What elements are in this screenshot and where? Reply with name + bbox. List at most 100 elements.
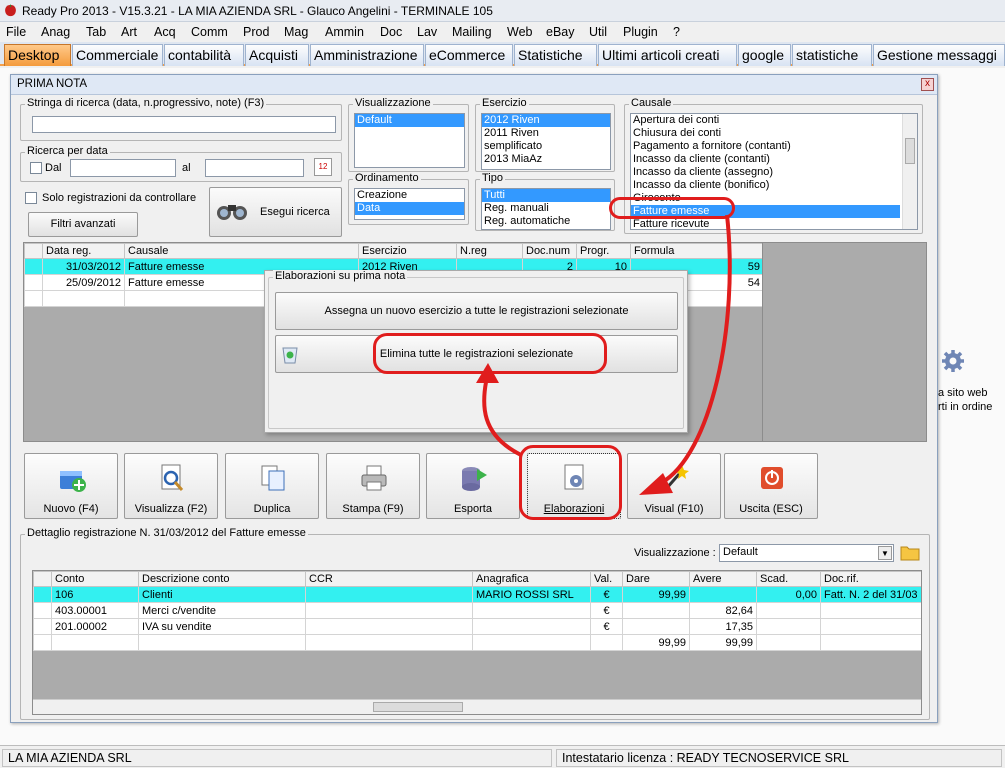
detail-view-select[interactable]: Default ▼: [719, 544, 894, 562]
col-formula[interactable]: Formula: [630, 243, 762, 259]
menu-mailing[interactable]: Mailing: [452, 25, 492, 39]
menu-comm[interactable]: Comm: [191, 25, 228, 39]
ordinamento-item[interactable]: Creazione: [355, 189, 464, 202]
tipo-item[interactable]: Reg. manuali: [482, 202, 610, 215]
visualizza-button[interactable]: Visualizza (F2): [124, 453, 218, 519]
menu-util[interactable]: Util: [589, 25, 607, 39]
col-progr[interactable]: Progr.: [576, 243, 631, 259]
horizontal-scrollbar[interactable]: [33, 699, 921, 714]
tipo-item[interactable]: Tutti: [482, 189, 610, 202]
menu-tab[interactable]: Tab: [86, 25, 106, 39]
table-row[interactable]: 201.00002 IVA su vendite € 17,35: [33, 618, 921, 635]
search-input[interactable]: [32, 116, 336, 133]
nuovo-button[interactable]: Nuovo (F4): [24, 453, 118, 519]
menu-acq[interactable]: Acq: [154, 25, 176, 39]
causale-item[interactable]: Incasso da cliente (contanti): [631, 153, 917, 166]
menu-lav[interactable]: Lav: [417, 25, 437, 39]
esegui-ricerca-button[interactable]: Esegui ricerca: [209, 187, 342, 237]
ordinamento-list[interactable]: Creazione Data: [354, 188, 465, 220]
solo-controllare-checkbox[interactable]: [25, 192, 37, 204]
esercizio-item[interactable]: semplificato: [482, 140, 610, 153]
duplica-button[interactable]: Duplica: [225, 453, 319, 519]
uscita-button[interactable]: Uscita (ESC): [724, 453, 818, 519]
tab-contabilita[interactable]: contabilità: [164, 44, 244, 66]
col-anagrafica[interactable]: Anagrafica: [472, 571, 591, 587]
scrollbar-thumb[interactable]: [373, 702, 463, 712]
tab-google[interactable]: google: [738, 44, 791, 66]
tab-statistiche[interactable]: Statistiche: [514, 44, 597, 66]
assegna-esercizio-button[interactable]: Assegna un nuovo esercizio a tutte le re…: [275, 292, 678, 330]
cell-dare: [622, 618, 690, 635]
grid-corner: [24, 243, 43, 259]
causale-scrollbar[interactable]: [902, 114, 917, 229]
table-row[interactable]: 403.00001 Merci c/vendite € 82,64: [33, 602, 921, 619]
menu-ebay[interactable]: eBay: [546, 25, 575, 39]
tab-statistiche-2[interactable]: statistiche: [792, 44, 872, 66]
col-esercizio[interactable]: Esercizio: [358, 243, 457, 259]
col-docrif[interactable]: Doc.rif.: [820, 571, 921, 587]
cell-avere: 17,35: [689, 618, 757, 635]
filtri-avanzati-button[interactable]: Filtri avanzati: [28, 212, 138, 237]
esercizio-item[interactable]: 2013 MiaAz: [482, 153, 610, 166]
menu-art[interactable]: Art: [121, 25, 137, 39]
status-license: Intestatario licenza : READY TECNOSERVIC…: [556, 749, 1002, 767]
col-avere[interactable]: Avere: [689, 571, 757, 587]
col-data-reg[interactable]: Data reg.: [42, 243, 125, 259]
menu-ammin[interactable]: Ammin: [325, 25, 364, 39]
tab-desktop[interactable]: Desktop: [4, 44, 71, 66]
menu-help[interactable]: ?: [673, 25, 680, 39]
col-causale[interactable]: Causale: [124, 243, 359, 259]
menu-plugin[interactable]: Plugin: [623, 25, 658, 39]
causale-item[interactable]: Incasso da cliente (bonifico): [631, 179, 917, 192]
visualizzazione-item[interactable]: Default: [355, 114, 464, 127]
causale-item[interactable]: Fatture ricevute: [631, 218, 917, 229]
close-icon[interactable]: x: [921, 78, 934, 91]
folder-icon[interactable]: [899, 542, 921, 562]
visualizzazione-list[interactable]: Default: [354, 113, 465, 168]
col-scad[interactable]: Scad.: [756, 571, 821, 587]
menu-prod[interactable]: Prod: [243, 25, 269, 39]
col-conto[interactable]: Conto: [51, 571, 139, 587]
tab-ultimi-articoli[interactable]: Ultimi articoli creati: [598, 44, 737, 66]
col-descrizione[interactable]: Descrizione conto: [138, 571, 306, 587]
causale-item[interactable]: Pagamento a fornitore (contanti): [631, 140, 917, 153]
col-docnum[interactable]: Doc.num: [522, 243, 577, 259]
esercizio-item[interactable]: 2012 Riven: [482, 114, 610, 127]
tab-acquisti[interactable]: Acquisti: [245, 44, 309, 66]
causale-item[interactable]: Apertura dei conti: [631, 114, 917, 127]
esercizio-item[interactable]: 2011 Riven: [482, 127, 610, 140]
table-row[interactable]: 99,99 99,99: [33, 634, 921, 651]
date-filter-checkbox[interactable]: [30, 162, 42, 174]
col-val[interactable]: Val.: [590, 571, 623, 587]
al-date-field[interactable]: [205, 159, 304, 177]
menu-anag[interactable]: Anag: [41, 25, 70, 39]
gear-icon[interactable]: [940, 348, 966, 374]
causale-item[interactable]: Incasso da cliente (assegno): [631, 166, 917, 179]
desktop-shortcut-label[interactable]: a sito web rti in ordine: [938, 386, 992, 414]
visual-button[interactable]: Visual (F10): [627, 453, 721, 519]
menu-doc[interactable]: Doc: [380, 25, 402, 39]
tab-ecommerce[interactable]: eCommerce: [425, 44, 513, 66]
tab-gestione-messaggi[interactable]: Gestione messaggi: [873, 44, 1005, 66]
stampa-button[interactable]: Stampa (F9): [326, 453, 420, 519]
col-nreg[interactable]: N.reg: [456, 243, 523, 259]
col-ccr[interactable]: CCR: [305, 571, 473, 587]
chevron-down-icon[interactable]: ▼: [878, 546, 892, 560]
tipo-item[interactable]: Reg. automatiche: [482, 215, 610, 228]
esercizio-list[interactable]: 2012 Riven 2011 Riven semplificato 2013 …: [481, 113, 611, 170]
calendar-icon[interactable]: 12: [314, 158, 332, 176]
menu-web[interactable]: Web: [507, 25, 532, 39]
menu-file[interactable]: File: [6, 25, 26, 39]
ordinamento-item[interactable]: Data: [355, 202, 464, 215]
scrollbar-thumb[interactable]: [905, 138, 915, 164]
tab-amministrazione[interactable]: Amministrazione: [310, 44, 424, 66]
col-dare[interactable]: Dare: [622, 571, 690, 587]
esporta-button[interactable]: Esporta: [426, 453, 520, 519]
prima-nota-window: PRIMA NOTA x Stringa di ricerca (data, n…: [10, 74, 938, 723]
dal-date-field[interactable]: [70, 159, 176, 177]
table-row[interactable]: 106 Clienti MARIO ROSSI SRL € 99,99 0,00…: [33, 586, 921, 603]
menu-mag[interactable]: Mag: [284, 25, 308, 39]
tab-commerciale[interactable]: Commerciale: [72, 44, 163, 66]
causale-item[interactable]: Chiusura dei conti: [631, 127, 917, 140]
tipo-list[interactable]: Tutti Reg. manuali Reg. automatiche: [481, 188, 611, 230]
